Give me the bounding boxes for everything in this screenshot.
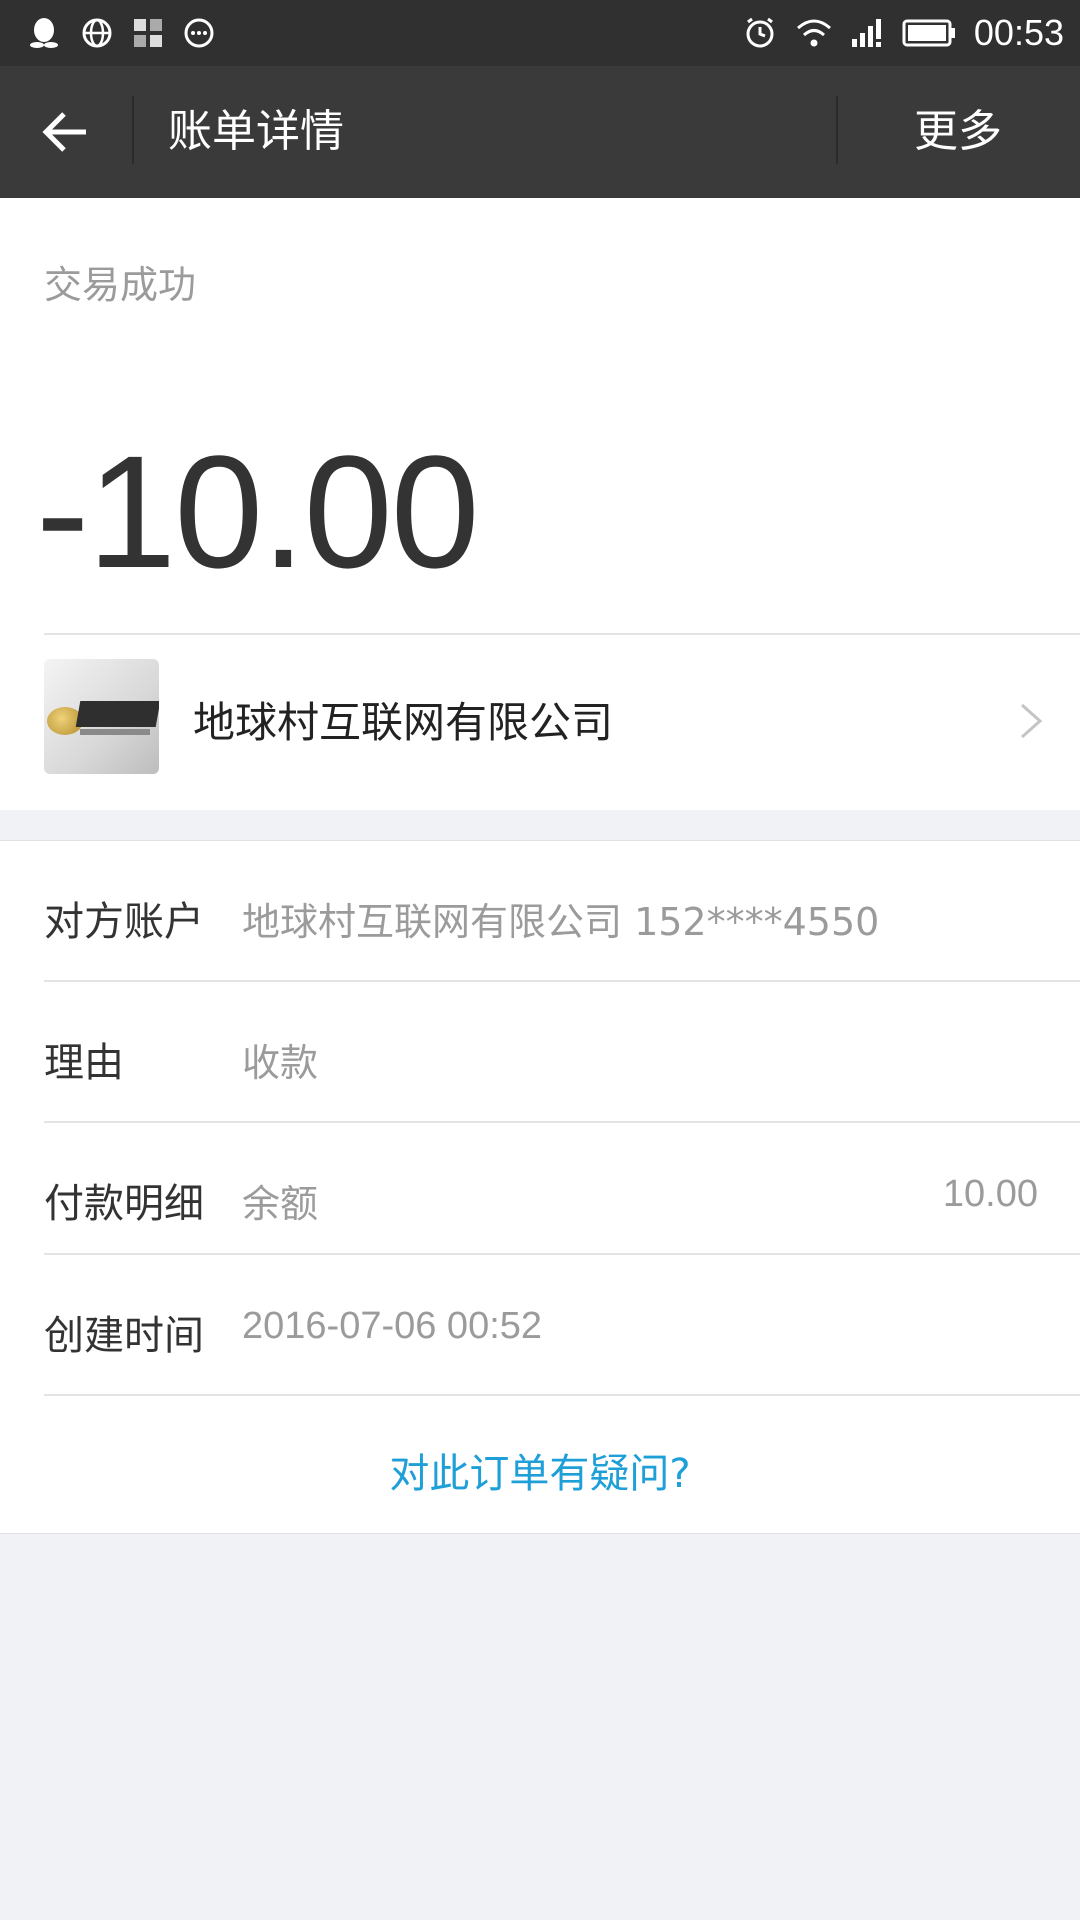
signal-icon (850, 17, 886, 49)
detail-value: 地球村互联网有限公司 152****4550 (242, 900, 880, 944)
transaction-status: 交易成功 (44, 263, 197, 307)
order-question-link[interactable]: 对此订单有疑问? (0, 1441, 1080, 1499)
page-title: 账单详情 (168, 106, 344, 157)
payment-amount: 10.00 (942, 1173, 1038, 1215)
status-bar: 00:53 (0, 0, 1080, 66)
detail-label: 理由 (44, 1040, 124, 1086)
status-bar-left (26, 15, 234, 51)
apps-grid-icon (132, 17, 164, 49)
wifi-icon (794, 16, 834, 50)
battery-icon (902, 18, 958, 48)
detail-row-created: 创建时间 2016-07-06 00:52 (0, 1255, 1080, 1395)
transaction-amount: -10.00 (36, 422, 480, 601)
status-bar-right: 00:53 (726, 12, 1064, 54)
back-arrow-icon (42, 112, 86, 152)
detail-row-payment: 付款明细 余额 10.00 (0, 1123, 1080, 1253)
detail-value: 余额 (242, 1182, 319, 1226)
detail-label: 创建时间 (44, 1313, 204, 1359)
transaction-details: 对方账户 地球村互联网有限公司 152****4550 理由 收款 付款明细 余… (0, 840, 1080, 1534)
title-divider-left (132, 96, 134, 164)
detail-value: 收款 (242, 1041, 319, 1085)
detail-row-counterparty: 对方账户 地球村互联网有限公司 152****4550 (0, 841, 1080, 981)
back-button[interactable] (0, 66, 132, 198)
merchant-row[interactable]: 地球村互联网有限公司 (0, 635, 1080, 810)
divider (44, 1394, 1080, 1396)
detail-value: 2016-07-06 00:52 (242, 1305, 543, 1347)
detail-row-reason: 理由 收款 (0, 982, 1080, 1122)
merchant-logo (44, 659, 159, 774)
detail-label: 付款明细 (44, 1181, 204, 1227)
title-bar: 账单详情 更多 (0, 66, 1080, 198)
chevron-right-icon (1021, 703, 1043, 739)
chat-bubble-icon (182, 16, 216, 50)
alarm-icon (742, 15, 778, 51)
status-time: 00:53 (973, 12, 1064, 53)
detail-label: 对方账户 (44, 899, 204, 945)
merchant-name: 地球村互联网有限公司 (193, 698, 614, 747)
globe-icon (80, 16, 114, 50)
transaction-summary: 交易成功 -10.00 地球村互联网有限公司 (0, 198, 1080, 810)
more-button[interactable]: 更多 (836, 66, 1080, 198)
qq-icon (26, 15, 62, 51)
